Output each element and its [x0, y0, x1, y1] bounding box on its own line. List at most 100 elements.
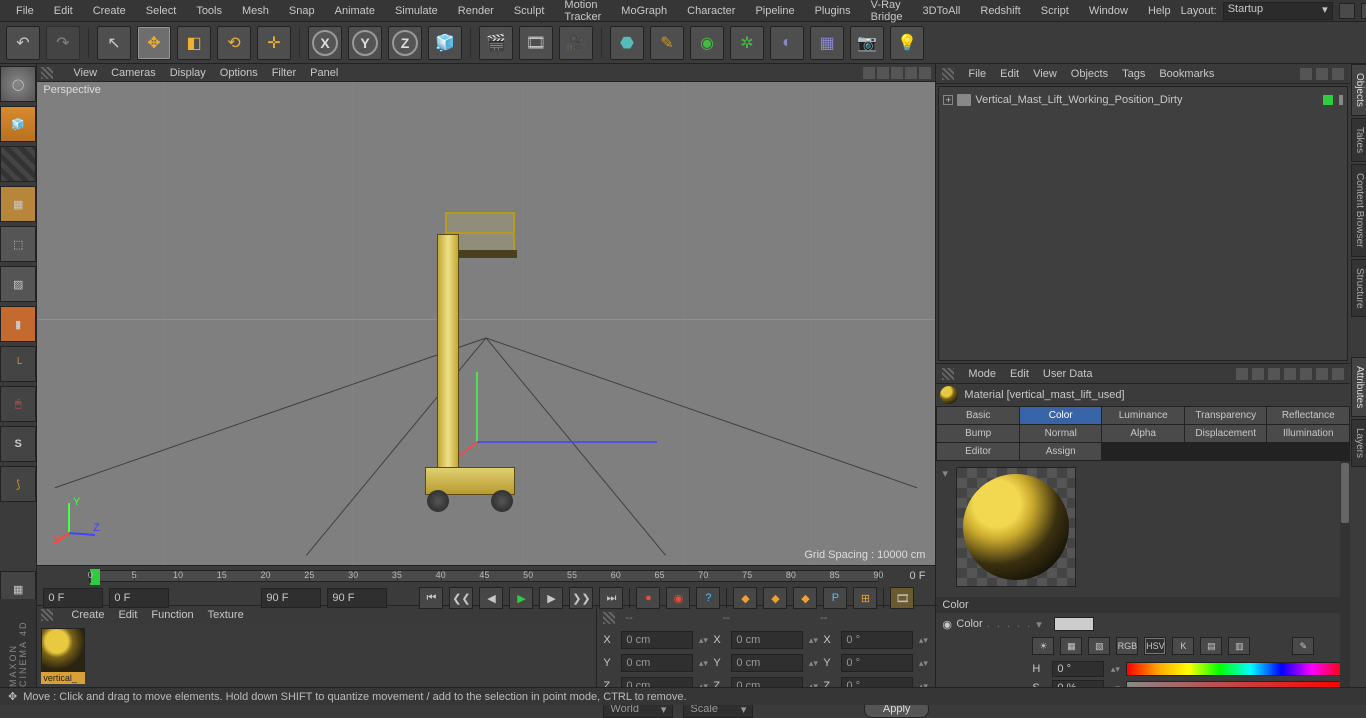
- attr-tab-assign[interactable]: Assign: [1020, 443, 1102, 460]
- next-key-button[interactable]: ❯❯: [569, 587, 593, 609]
- record-button[interactable]: ●: [636, 587, 660, 609]
- lock-icon[interactable]: [1300, 368, 1312, 380]
- menu-window[interactable]: Window: [1079, 2, 1138, 20]
- attr-tab-color[interactable]: Color: [1020, 407, 1102, 424]
- perspective-viewport[interactable]: Perspective: [37, 82, 935, 565]
- render-settings-button[interactable]: 🎥: [559, 26, 593, 60]
- render-view-button[interactable]: 🎬: [479, 26, 513, 60]
- eye-icon[interactable]: [1332, 68, 1344, 80]
- mode-hsv-button[interactable]: HSV: [1144, 637, 1166, 655]
- viewport-menu-cameras[interactable]: Cameras: [111, 67, 156, 79]
- attributes-tab[interactable]: Attributes: [1351, 357, 1366, 417]
- nav-fwd-icon[interactable]: [1252, 368, 1264, 380]
- content-browser-tab[interactable]: Content Browser: [1351, 164, 1366, 256]
- axis-mode-button[interactable]: └: [0, 346, 36, 382]
- menu-animate[interactable]: Animate: [325, 2, 385, 20]
- menu-sculpt[interactable]: Sculpt: [504, 2, 555, 20]
- menu-mograph[interactable]: MoGraph: [611, 2, 677, 20]
- attr-tab-displacement[interactable]: Displacement: [1185, 425, 1267, 442]
- menu-render[interactable]: Render: [448, 2, 504, 20]
- menu-snap[interactable]: Snap: [279, 2, 325, 20]
- obj-menu-bookmarks[interactable]: Bookmarks: [1159, 68, 1214, 80]
- stepper-icon[interactable]: ▴▾: [697, 635, 709, 646]
- coord-field[interactable]: 0 °: [841, 654, 913, 672]
- attr-menu-edit[interactable]: Edit: [1010, 368, 1029, 380]
- polygon-mode-button[interactable]: ▮: [0, 306, 36, 342]
- viewport-menu-display[interactable]: Display: [170, 67, 206, 79]
- viewport-nav-icon[interactable]: [919, 67, 931, 79]
- attr-tab-editor[interactable]: Editor: [937, 443, 1019, 460]
- texture-mode-button[interactable]: [0, 146, 36, 182]
- next-frame-button[interactable]: ▶: [539, 587, 563, 609]
- mode-rgb-button[interactable]: RGB: [1116, 637, 1138, 655]
- last-tool[interactable]: ✛: [257, 26, 291, 60]
- snap-enable-button[interactable]: ⟆: [0, 466, 36, 502]
- attr-tab-reflectance[interactable]: Reflectance: [1267, 407, 1349, 424]
- viewport-menu-panel[interactable]: Panel: [310, 67, 338, 79]
- spline-button[interactable]: ✎: [650, 26, 684, 60]
- obj-menu-edit[interactable]: Edit: [1000, 68, 1019, 80]
- select-tool[interactable]: ↖: [97, 26, 131, 60]
- layout-selector[interactable]: Startup ▾: [1223, 2, 1333, 20]
- coord-field[interactable]: 0 °: [841, 631, 913, 649]
- attr-menu-userdata[interactable]: User Data: [1043, 368, 1093, 380]
- viewport-menu-options[interactable]: Options: [220, 67, 258, 79]
- menu-character[interactable]: Character: [677, 2, 745, 20]
- expand-icon[interactable]: +: [943, 95, 953, 105]
- frame-preview-end-field[interactable]: 90 F: [261, 588, 321, 608]
- hue-slider[interactable]: [1126, 662, 1344, 676]
- menu-3dtoall[interactable]: 3DToAll: [912, 2, 970, 20]
- camera-button[interactable]: 📷: [850, 26, 884, 60]
- material-caption[interactable]: vertical_: [41, 672, 85, 684]
- stepper-icon[interactable]: ▴▾: [697, 658, 709, 669]
- autokey-button[interactable]: ◉: [666, 587, 690, 609]
- render-region-button[interactable]: 🎞: [519, 26, 553, 60]
- key-pla-button[interactable]: ⊞: [853, 587, 877, 609]
- viewport-nav-icon[interactable]: [863, 67, 875, 79]
- mode-image-icon[interactable]: ▧: [1088, 637, 1110, 655]
- point-mode-button[interactable]: ⬚: [0, 226, 36, 262]
- menu-tools[interactable]: Tools: [186, 2, 232, 20]
- coord-field[interactable]: 0 cm: [621, 631, 693, 649]
- goto-end-button[interactable]: ⏭: [599, 587, 623, 609]
- coord-field[interactable]: 0 cm: [731, 631, 803, 649]
- search-icon[interactable]: [1300, 68, 1312, 80]
- generator-button[interactable]: ◉: [690, 26, 724, 60]
- takes-tab[interactable]: Takes: [1351, 118, 1366, 162]
- obj-menu-view[interactable]: View: [1033, 68, 1057, 80]
- material-preview[interactable]: [956, 467, 1076, 587]
- frame-preview-start-field[interactable]: 0 F: [109, 588, 169, 608]
- new-window-icon[interactable]: [1316, 368, 1328, 380]
- lock-y-button[interactable]: Y: [348, 26, 382, 60]
- attr-tab-basic[interactable]: Basic: [937, 407, 1019, 424]
- menu-select[interactable]: Select: [136, 2, 187, 20]
- mode-swatch-icon[interactable]: ▤: [1200, 637, 1222, 655]
- key-rot-button[interactable]: ◆: [793, 587, 817, 609]
- menu-v-ray-bridge[interactable]: V-Ray Bridge: [861, 0, 913, 26]
- lock-z-button[interactable]: Z: [388, 26, 422, 60]
- layout-button-2[interactable]: [1361, 3, 1366, 19]
- attr-tab-illumination[interactable]: Illumination: [1267, 425, 1349, 442]
- goto-start-button[interactable]: ⏮: [419, 587, 443, 609]
- attr-tab-normal[interactable]: Normal: [1020, 425, 1102, 442]
- make-editable-button[interactable]: ◯: [0, 66, 36, 102]
- viewport-menu-filter[interactable]: Filter: [272, 67, 296, 79]
- scale-tool[interactable]: ◧: [177, 26, 211, 60]
- obj-menu-tags[interactable]: Tags: [1122, 68, 1145, 80]
- tree-item[interactable]: + Vertical_Mast_Lift_Working_Position_Di…: [943, 91, 1343, 109]
- menu-mesh[interactable]: Mesh: [232, 2, 279, 20]
- snap-settings-button[interactable]: S: [0, 426, 36, 462]
- menu-redshift[interactable]: Redshift: [970, 2, 1030, 20]
- attr-tab-transparency[interactable]: Transparency: [1185, 407, 1267, 424]
- hue-field[interactable]: 0 °: [1052, 661, 1104, 677]
- viewport-nav-icon[interactable]: [905, 67, 917, 79]
- workplane-mode-button[interactable]: ▦: [0, 186, 36, 222]
- undo-button[interactable]: ↶: [6, 26, 40, 60]
- floor-button[interactable]: ▦: [810, 26, 844, 60]
- keyframe-help-button[interactable]: ?: [696, 587, 720, 609]
- eyedropper-icon[interactable]: ✎: [1292, 637, 1314, 655]
- attr-scrollbar[interactable]: [1340, 461, 1350, 687]
- deformer-button[interactable]: ✲: [730, 26, 764, 60]
- primitive-button[interactable]: ⬣: [610, 26, 644, 60]
- coord-system-button[interactable]: 🧊: [428, 26, 462, 60]
